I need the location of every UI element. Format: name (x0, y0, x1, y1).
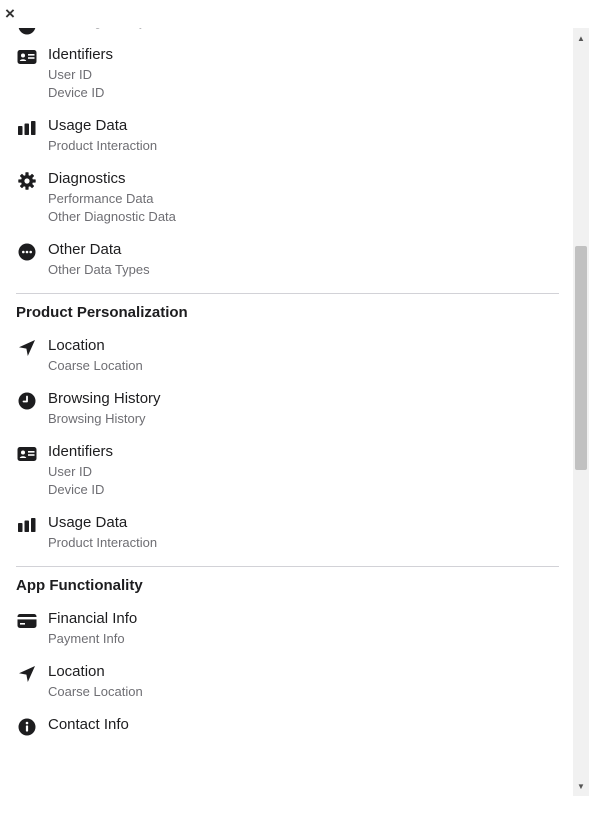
category-name: Identifiers (48, 46, 114, 63)
category-name: Financial Info (48, 610, 138, 627)
data-category-location: Location Coarse Location (16, 335, 559, 375)
close-button[interactable]: × (3, 5, 17, 22)
data-category-browsing-history: Browsing History (16, 28, 559, 35)
data-type-item: Device ID (48, 482, 105, 497)
data-category-diagnostics: Diagnostics Performance Data Other Diagnos… (16, 168, 559, 226)
section-title-app-functionality: App Functionality (16, 577, 143, 594)
data-type-item: User ID (48, 67, 93, 82)
data-category-usage-data: Usage Data Product Interaction (16, 512, 559, 552)
category-name: Usage Data (48, 514, 128, 531)
category-name: Other Data (48, 241, 122, 258)
section-title-product-personalization: Product Personalization (16, 304, 188, 321)
data-category-contact-info: Contact Info (16, 714, 559, 736)
credit-card-icon (16, 610, 38, 632)
category-name: Usage Data (48, 117, 128, 134)
ellipsis-icon (16, 241, 38, 263)
category-name: Location (48, 663, 105, 680)
data-category-identifiers: Identifiers User ID Device ID (16, 441, 559, 499)
clock-icon (16, 28, 38, 37)
section-divider (16, 566, 559, 567)
data-category-other-data: Other Data Other Data Types (16, 239, 559, 279)
scroll-down-arrow[interactable]: ▼ (573, 778, 589, 794)
data-category-usage-data: Usage Data Product Interaction (16, 115, 559, 155)
category-name: Diagnostics (48, 170, 126, 187)
info-icon (16, 716, 38, 738)
data-type-item: Other Diagnostic Data (48, 209, 176, 224)
id-card-icon (16, 443, 38, 465)
location-arrow-icon (16, 663, 38, 685)
bar-chart-icon (16, 117, 38, 139)
bar-chart-icon (16, 514, 38, 536)
privacy-details-scroll-area[interactable]: Browsing History Identifiers User ID Device… (0, 28, 573, 796)
data-category-location: Location Coarse Location (16, 661, 559, 701)
data-category-identifiers: Identifiers User ID Device ID (16, 44, 559, 102)
data-type-item: Performance Data (48, 191, 154, 206)
data-type-item: Product Interaction (48, 535, 158, 550)
category-name: Location (48, 337, 105, 354)
data-type-item: Browsing History (48, 28, 559, 31)
scrollbar-thumb[interactable] (575, 246, 587, 470)
data-category-financial-info: Financial Info Payment Info (16, 608, 559, 648)
privacy-details-list: Browsing History Identifiers User ID Device… (16, 28, 559, 736)
gear-icon (16, 170, 38, 192)
data-type-item: User ID (48, 464, 93, 479)
id-card-icon (16, 46, 38, 68)
scrollbar[interactable]: ▲ ▼ (573, 28, 589, 796)
clock-icon (16, 390, 38, 412)
section-divider (16, 293, 559, 294)
scroll-up-arrow[interactable]: ▲ (573, 30, 589, 46)
category-name: Browsing History (48, 390, 161, 407)
data-type-item: Other Data Types (48, 262, 150, 277)
data-type-item: Coarse Location (48, 684, 143, 699)
location-arrow-icon (16, 337, 38, 359)
data-type-item: Product Interaction (48, 138, 158, 153)
data-type-item: Device ID (48, 85, 105, 100)
category-name: Contact Info (48, 716, 129, 733)
data-type-item: Payment Info (48, 631, 125, 646)
data-type-item: Coarse Location (48, 358, 143, 373)
data-category-browsing-history: Browsing History Browsing History (16, 388, 559, 428)
category-name: Identifiers (48, 443, 114, 460)
data-type-item: Browsing History (48, 411, 146, 426)
